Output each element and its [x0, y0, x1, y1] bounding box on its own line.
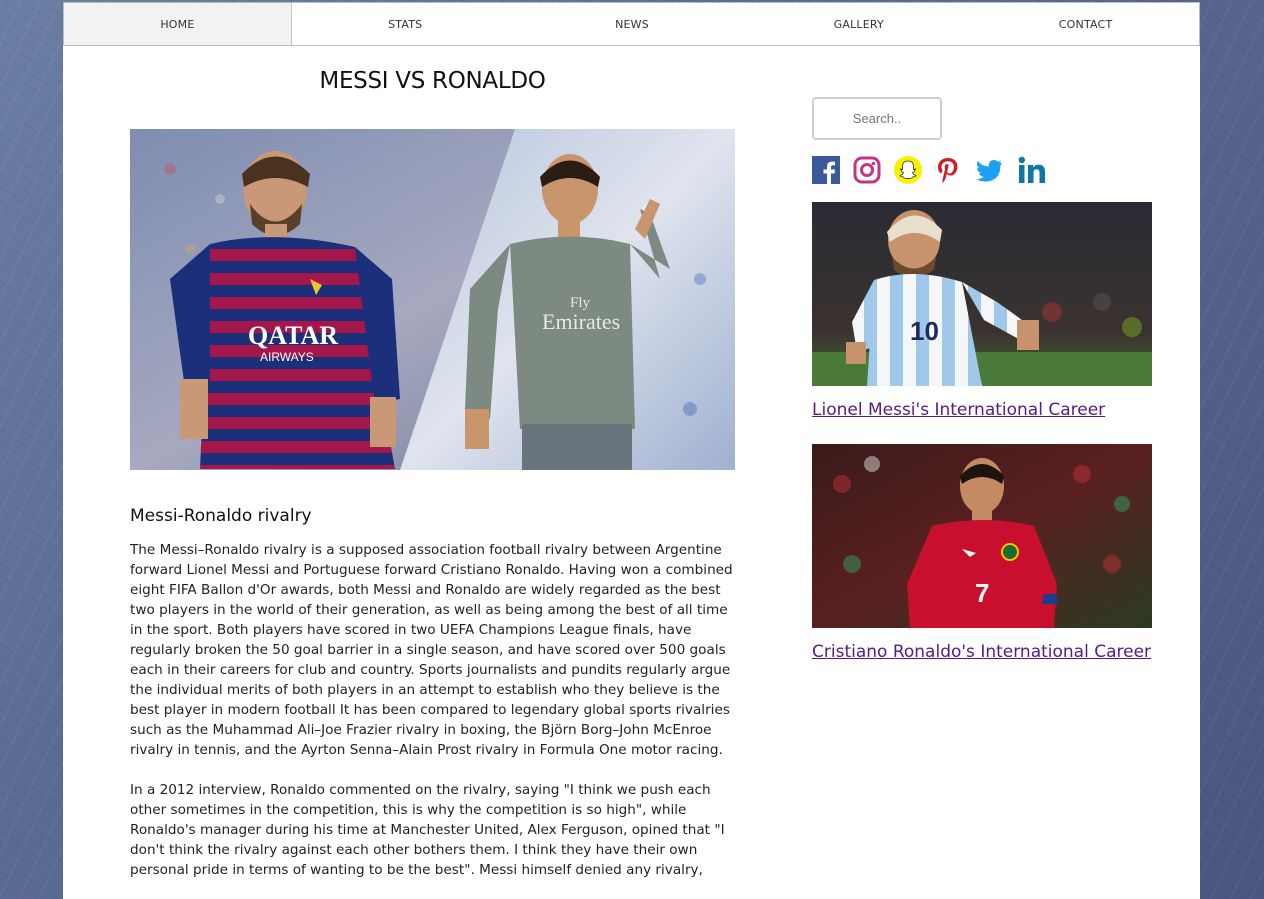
svg-text:10: 10 [910, 316, 939, 346]
page-title: MESSI VS RONALDO [319, 68, 546, 94]
svg-text:Emirates: Emirates [542, 309, 620, 334]
pinterest-icon[interactable] [935, 156, 961, 184]
article-paragraph: In a 2012 interview, Ronaldo commented o… [130, 782, 725, 878]
page-container: HOME STATS NEWS GALLERY CONTACT MESSI VS… [63, 2, 1200, 899]
nav-item-home[interactable]: HOME [64, 3, 292, 45]
linkedin-icon[interactable] [1017, 156, 1047, 184]
hero-image-messi-vs-ronaldo: QATAR AIRWAYS Fly Emirates [130, 129, 735, 470]
messi-career-link[interactable]: Lionel Messi's International Career [812, 400, 1105, 420]
snapchat-icon[interactable] [894, 156, 922, 184]
section-heading: Messi-Ronaldo rivalry [130, 506, 312, 526]
top-nav: HOME STATS NEWS GALLERY CONTACT [63, 2, 1200, 46]
article-body: The Messi–Ronaldo rivalry is a supposed … [130, 540, 738, 899]
nav-item-gallery[interactable]: GALLERY [745, 3, 972, 45]
facebook-icon[interactable] [812, 156, 840, 184]
instagram-icon[interactable] [853, 156, 881, 184]
nav-item-stats[interactable]: STATS [292, 3, 519, 45]
twitter-icon[interactable] [974, 156, 1004, 184]
search-input[interactable] [812, 97, 942, 140]
article-paragraph: The Messi–Ronaldo rivalry is a supposed … [130, 542, 733, 758]
nav-item-news[interactable]: NEWS [519, 3, 746, 45]
nav-item-contact[interactable]: CONTACT [972, 3, 1199, 45]
svg-text:QATAR: QATAR [248, 321, 338, 350]
ronaldo-international-image[interactable]: 7 [812, 444, 1152, 628]
messi-international-image[interactable]: 10 [812, 202, 1152, 386]
ronaldo-career-link[interactable]: Cristiano Ronaldo's International Career [812, 642, 1151, 662]
social-links [812, 155, 1047, 185]
svg-text:7: 7 [975, 578, 989, 608]
svg-text:AIRWAYS: AIRWAYS [260, 350, 314, 364]
